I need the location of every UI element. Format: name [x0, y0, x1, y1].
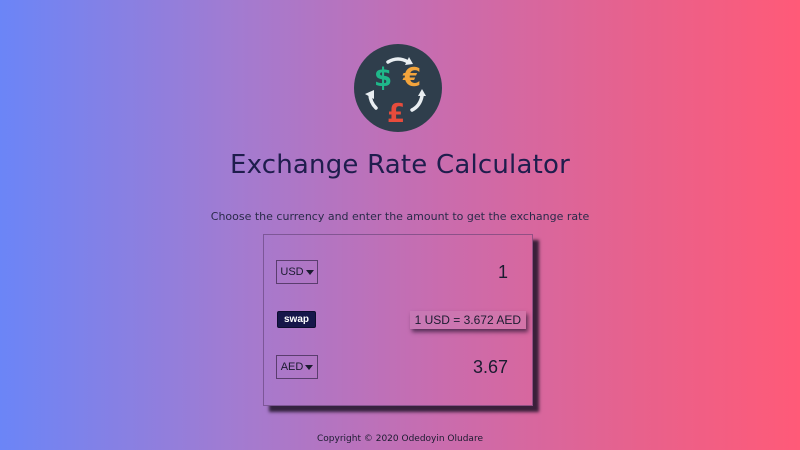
- footer-copyright: Copyright © 2020 Odedoyin Oludare: [317, 434, 483, 444]
- from-amount-input[interactable]: 1: [498, 262, 508, 283]
- from-currency-label: USD: [280, 266, 304, 278]
- converter-card: USD 1 swap 1 USD = 3.672 AED AED 3.67: [263, 234, 533, 406]
- to-currency-select[interactable]: AED: [276, 355, 318, 379]
- from-currency-select[interactable]: USD: [276, 260, 318, 284]
- chevron-down-icon: [305, 364, 314, 370]
- svg-text:$: $: [374, 63, 392, 93]
- svg-text:€: €: [402, 63, 421, 93]
- swap-button[interactable]: swap: [277, 311, 316, 328]
- to-amount-input[interactable]: 3.67: [473, 357, 508, 378]
- chevron-down-icon: [305, 269, 314, 275]
- svg-text:£: £: [387, 99, 405, 129]
- page-subtitle: Choose the currency and enter the amount…: [210, 210, 590, 223]
- exchange-rate-display: 1 USD = 3.672 AED: [409, 311, 526, 329]
- to-currency-label: AED: [280, 361, 304, 373]
- page-title: Exchange Rate Calculator: [229, 150, 571, 180]
- currency-exchange-icon: $ € £: [354, 44, 442, 132]
